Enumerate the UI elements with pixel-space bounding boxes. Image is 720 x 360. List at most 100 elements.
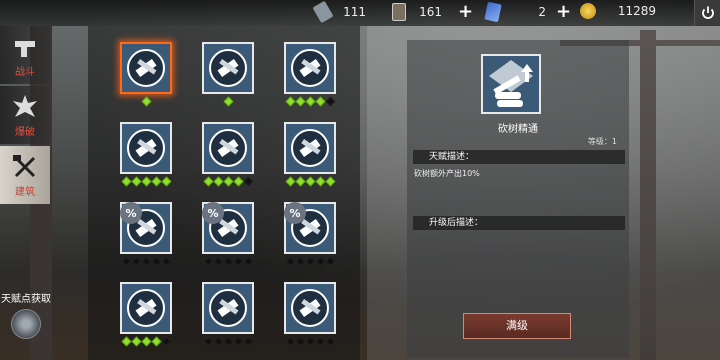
- tab-building[interactable]: 建筑: [0, 146, 50, 204]
- level-dot-empty: [233, 336, 243, 347]
- tab-explosion[interactable]: 爆破: [0, 86, 50, 144]
- ticket-resource[interactable]: 2: [484, 1, 546, 23]
- wood-chopping-icon: [481, 54, 541, 114]
- add-card-button[interactable]: +: [458, 2, 473, 22]
- level-dot-filled: [233, 176, 243, 187]
- level-dot-filled: [121, 176, 131, 187]
- talent-node[interactable]: %: [284, 202, 336, 267]
- max-level-button[interactable]: 满级: [463, 313, 571, 339]
- level-dot-empty: [223, 256, 233, 267]
- talent-frame: [120, 42, 172, 94]
- talent-point-icon: [11, 309, 41, 339]
- level-dot-filled: [315, 96, 325, 107]
- level-dot-empty: [315, 336, 325, 347]
- talent-node[interactable]: [202, 122, 254, 187]
- coin-resource[interactable]: 11289: [580, 3, 656, 19]
- level-dot-empty: [285, 256, 295, 267]
- level-dot-empty: [213, 256, 223, 267]
- level-dot-empty: [141, 256, 151, 267]
- level-dot-filled: [131, 176, 141, 187]
- talent-frame: %: [120, 202, 172, 254]
- ore-upgrade-icon: [209, 49, 247, 87]
- level-dot-filled: [295, 96, 305, 107]
- talent-name: 砍树精通: [498, 124, 538, 135]
- tab-building-label: 建筑: [15, 186, 35, 198]
- talent-level-dots: [284, 96, 336, 107]
- level-dot-empty: [325, 336, 335, 347]
- add-ticket-button[interactable]: +: [556, 2, 571, 22]
- level-dot-empty: [315, 256, 325, 267]
- level-dot-empty: [213, 336, 223, 347]
- level-dot-filled: [305, 96, 315, 107]
- crossed-tools-icon: [291, 49, 329, 87]
- talent-node[interactable]: [120, 282, 172, 347]
- level-dot-filled: [161, 176, 171, 187]
- phone-resource[interactable]: 111: [312, 0, 366, 24]
- talent-node[interactable]: %: [120, 202, 172, 267]
- level-dot-empty: [223, 336, 233, 347]
- level-dot-filled: [131, 336, 141, 347]
- chainsaw-icon: [209, 129, 247, 167]
- talent-level-dots: [202, 336, 254, 347]
- talent-grid: %%%: [88, 26, 360, 360]
- level-dot-filled: [203, 176, 213, 187]
- talent-frame: %: [202, 202, 254, 254]
- talent-node[interactable]: [202, 42, 254, 107]
- coin-icon: [580, 3, 596, 19]
- skull-mask-icon: [127, 289, 165, 327]
- talent-point-acquire[interactable]: 天赋点获取: [0, 290, 52, 339]
- talent-node[interactable]: [284, 42, 336, 107]
- talent-level-dots: [202, 96, 254, 107]
- power-button[interactable]: [694, 0, 720, 26]
- level-dot-empty: [243, 336, 253, 347]
- upgrade-desc-header: 升级后描述：: [413, 216, 625, 230]
- talent-detail-card: 砍树精通 等级：1 天赋描述： 砍树额外产出10% 升级后描述： 满级: [407, 40, 629, 358]
- level-dot-empty: [161, 336, 171, 347]
- level-dot-filled: [141, 176, 151, 187]
- talent-node[interactable]: %: [202, 202, 254, 267]
- level-dot-empty: [131, 256, 141, 267]
- talent-frame: [202, 282, 254, 334]
- talent-level: 等级：1: [587, 137, 617, 146]
- explosion-icon: [13, 94, 37, 117]
- level-dot-filled: [141, 96, 151, 107]
- talent-node[interactable]: [120, 122, 172, 187]
- top-bar: 111 161 + 2 + 11289: [0, 0, 720, 26]
- card-count: 161: [419, 5, 442, 19]
- level-dot-filled: [315, 176, 325, 187]
- talent-frame: [202, 42, 254, 94]
- percent-badge: %: [202, 202, 224, 224]
- talent-detail-panel: 砍树精通 等级：1 天赋描述： 砍树额外产出10% 升级后描述： 满级: [367, 26, 720, 360]
- talent-frame: [284, 122, 336, 174]
- talent-node[interactable]: [202, 282, 254, 347]
- percent-badge: %: [284, 202, 306, 224]
- power-icon: [701, 6, 714, 19]
- talent-node[interactable]: [284, 122, 336, 187]
- level-dot-empty: [243, 176, 253, 187]
- level-dot-filled: [295, 176, 305, 187]
- talent-node[interactable]: [284, 282, 336, 347]
- ticket-icon: [484, 1, 502, 23]
- card-resource[interactable]: 161: [392, 3, 442, 21]
- tab-combat-label: 战斗: [15, 66, 35, 78]
- talent-node[interactable]: [120, 42, 172, 107]
- talent-level-dots: [284, 176, 336, 187]
- wood-chopping-icon: [127, 49, 165, 87]
- level-dot-empty: [203, 336, 213, 347]
- talent-frame: [120, 122, 172, 174]
- level-dot-filled: [285, 176, 295, 187]
- talent-point-label: 天赋点获取: [1, 294, 51, 305]
- talent-level-dots: [120, 96, 172, 107]
- card-icon: [392, 3, 406, 21]
- level-dot-filled: [305, 176, 315, 187]
- level-dot-filled: [213, 176, 223, 187]
- talent-frame: [284, 282, 336, 334]
- phone-icon: [312, 0, 334, 24]
- tab-explosion-label: 爆破: [15, 126, 35, 138]
- ticket-count: 2: [538, 5, 546, 19]
- level-dot-empty: [151, 256, 161, 267]
- combat-icon: [15, 40, 35, 57]
- talent-frame: [202, 122, 254, 174]
- talent-level-dots: [120, 256, 172, 267]
- tab-combat[interactable]: 战斗: [0, 26, 50, 84]
